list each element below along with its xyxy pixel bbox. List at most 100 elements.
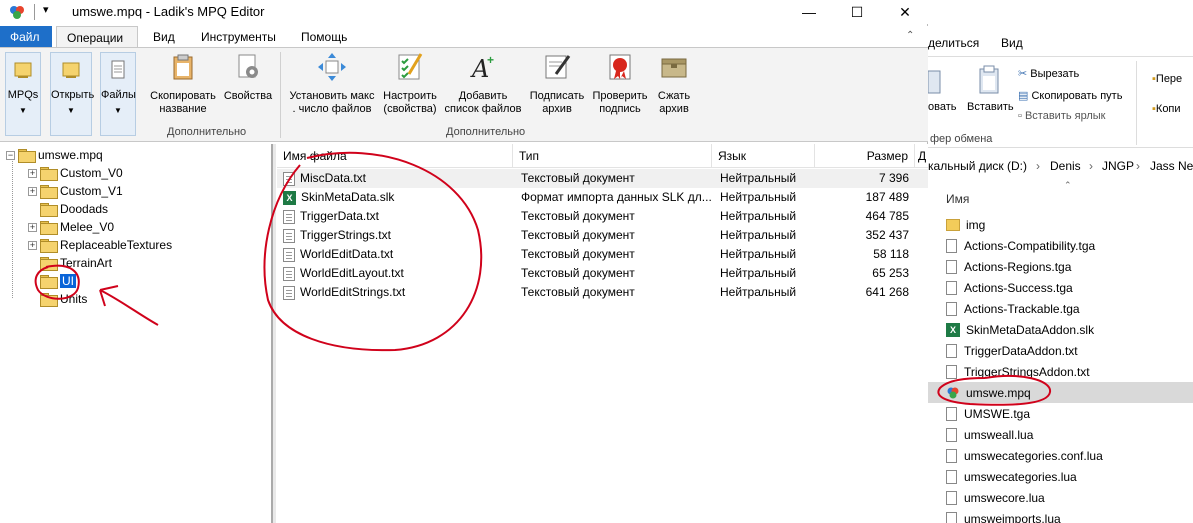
mpqs-button[interactable]: MPQs ▼: [5, 52, 41, 136]
compress-archive-button[interactable]: Сжать архив: [652, 52, 696, 116]
table-row[interactable]: TriggerData.txt Текстовый документ Нейтрал…: [277, 207, 928, 226]
tree-item[interactable]: + Custom_V0: [28, 164, 123, 182]
folder-icon: [40, 167, 58, 181]
expand-icon[interactable]: +: [28, 186, 37, 196]
list-item[interactable]: umswecore.lua: [946, 487, 1045, 508]
column-name[interactable]: Имя: [946, 192, 969, 206]
tree-item[interactable]: + Custom_V1: [28, 182, 123, 200]
list-item[interactable]: Actions-Trackable.tga: [946, 298, 1080, 319]
column-language[interactable]: Язык: [712, 144, 815, 168]
list-item-label: SkinMetaDataAddon.slk: [966, 322, 1095, 337]
title-bar: ▾ umswe.mpq - Ladik's MPQ Editor — ☐ ✕: [0, 0, 928, 24]
list-item[interactable]: umswe.mpq: [928, 382, 1193, 403]
table-row[interactable]: TriggerStrings.txt Текстовый документ Нейт…: [277, 226, 928, 245]
breadcrumb-drive[interactable]: кальный диск (D:): [928, 159, 1027, 173]
expand-icon[interactable]: +: [28, 240, 37, 250]
column-name[interactable]: Имя файла: [277, 144, 513, 168]
list-item[interactable]: Actions-Regions.tga: [946, 256, 1071, 277]
verify-signature-button[interactable]: Проверить подпись: [588, 52, 652, 116]
properties-button[interactable]: Свойства: [222, 52, 274, 103]
list-item[interactable]: umsweimports.lua: [946, 508, 1061, 523]
list-item[interactable]: umsweall.lua: [946, 424, 1033, 445]
tree-item[interactable]: + Melee_V0: [28, 218, 114, 236]
paste-shortcut-button[interactable]: ▫ Вставить ярлык: [1018, 110, 1106, 122]
tab-file[interactable]: Файл: [0, 26, 52, 48]
table-cell: Нейтральный: [720, 207, 815, 226]
explorer-tab-view[interactable]: Вид: [1001, 36, 1023, 50]
file-list[interactable]: Имя файла Тип Язык Размер Д MiscData.txt…: [277, 144, 928, 523]
table-cell: 7 396: [815, 169, 909, 188]
list-item[interactable]: umswecategories.lua: [946, 466, 1077, 487]
tree-item-label: Doodads: [60, 202, 109, 216]
set-max-files-button[interactable]: Установить макс . число файлов: [285, 52, 379, 116]
paste-button[interactable]: Вставить: [967, 101, 1014, 113]
folder-icon: [40, 221, 58, 235]
qat-separator: [34, 4, 35, 20]
expand-icon[interactable]: +: [28, 222, 37, 232]
folder-icon: [18, 149, 36, 163]
settings-button[interactable]: Настроить (свойства): [379, 52, 441, 116]
list-item[interactable]: Actions-Success.tga: [946, 277, 1073, 298]
qat-dropdown-icon[interactable]: ▾: [43, 3, 49, 16]
tree-item-label: Units: [60, 292, 88, 306]
tab-tools[interactable]: Инструменты: [191, 26, 286, 48]
table-cell: X SkinMetaData.slk: [283, 188, 513, 207]
table-row[interactable]: X SkinMetaData.slk Формат импорта данных S…: [277, 188, 928, 207]
explorer-tab-share[interactable]: делиться: [928, 36, 979, 50]
move-label: Пере: [1155, 73, 1183, 85]
tree-item[interactable]: + ReplaceableTextures: [28, 236, 172, 254]
copy-path-button[interactable]: ▤ Скопировать путь: [1018, 89, 1122, 102]
cut-button[interactable]: ✂ Вырезать: [1018, 67, 1079, 80]
column-type[interactable]: Тип: [513, 144, 712, 168]
move-button[interactable]: ▪Пере: [1152, 73, 1182, 85]
table-row[interactable]: WorldEditData.txt Текстовый документ Нейтр…: [277, 245, 928, 264]
table-row[interactable]: MiscData.txt Текстовый документ Нейтральны…: [277, 169, 928, 188]
list-item[interactable]: UMSWE.tga: [946, 403, 1030, 424]
tree-item[interactable]: UI: [28, 272, 76, 290]
add-list-button[interactable]: A + Добавить список файлов: [441, 52, 525, 116]
table-row[interactable]: WorldEditStrings.txt Текстовый документ Не…: [277, 283, 928, 302]
folder-tree[interactable]: − umswe.mpq + Custom_V0 + Custom_V1 Doodads +…: [0, 144, 272, 523]
maximize-button[interactable]: ☐: [834, 0, 880, 24]
expand-icon[interactable]: +: [28, 168, 37, 178]
tree-item[interactable]: Doodads: [28, 200, 108, 218]
list-item[interactable]: X SkinMetaDataAddon.slk: [946, 319, 1094, 340]
sign-archive-button[interactable]: Подписать архив: [526, 52, 588, 116]
table-row[interactable]: WorldEditLayout.txt Текстовый документ Ней…: [277, 264, 928, 283]
column-date[interactable]: Д: [915, 144, 928, 168]
cut-label: Вырезать: [1030, 68, 1080, 80]
breadcrumb-jngp[interactable]: JNGP: [1102, 159, 1134, 173]
close-button[interactable]: ✕: [882, 0, 928, 24]
files-button[interactable]: Файлы ▼: [100, 52, 136, 136]
tab-operations[interactable]: Операции: [56, 26, 138, 48]
list-item[interactable]: TriggerStringsAddon.txt: [946, 361, 1090, 382]
address-bar[interactable]: кальный диск (D:) › Denis › JNGP › Jass …: [928, 155, 1193, 177]
table-cell: Текстовый документ: [521, 226, 716, 245]
table-cell: MiscData.txt: [283, 169, 513, 188]
column-size[interactable]: Размер: [815, 144, 915, 168]
tree-root[interactable]: − umswe.mpq: [6, 146, 103, 164]
collapse-ribbon-icon[interactable]: ⌃: [906, 30, 914, 41]
explorer-group-separator: [1136, 61, 1137, 145]
file-type: Текстовый документ: [521, 247, 635, 261]
tree-item[interactable]: Units: [28, 290, 87, 308]
file-language: Нейтральный: [720, 285, 797, 299]
open-button[interactable]: Открыть ▼: [50, 52, 94, 136]
tab-view[interactable]: Вид: [143, 26, 185, 48]
list-item[interactable]: TriggerDataAddon.txt: [946, 340, 1078, 361]
pane-splitter[interactable]: [272, 144, 276, 523]
copy-to-button[interactable]: ▪Копи: [1152, 103, 1181, 115]
breadcrumb-denis[interactable]: Denis: [1050, 159, 1081, 173]
tree-item[interactable]: TerrainArt: [28, 254, 112, 272]
breadcrumb-jass[interactable]: Jass Nev: [1150, 159, 1193, 173]
minimize-button[interactable]: —: [786, 0, 832, 24]
file-size: 58 118: [873, 247, 909, 261]
list-item[interactable]: Actions-Compatibility.tga: [946, 235, 1095, 256]
list-item[interactable]: umswecategories.conf.lua: [946, 445, 1103, 466]
collapse-icon[interactable]: −: [6, 150, 15, 160]
copy-name-button[interactable]: Скопировать название: [146, 52, 220, 116]
mpq-editor-window: ▾ umswe.mpq - Ladik's MPQ Editor — ☐ ✕ Ф…: [0, 0, 928, 523]
tab-help[interactable]: Помощь: [291, 26, 357, 48]
table-cell: TriggerStrings.txt: [283, 226, 513, 245]
list-item[interactable]: img: [946, 214, 985, 235]
